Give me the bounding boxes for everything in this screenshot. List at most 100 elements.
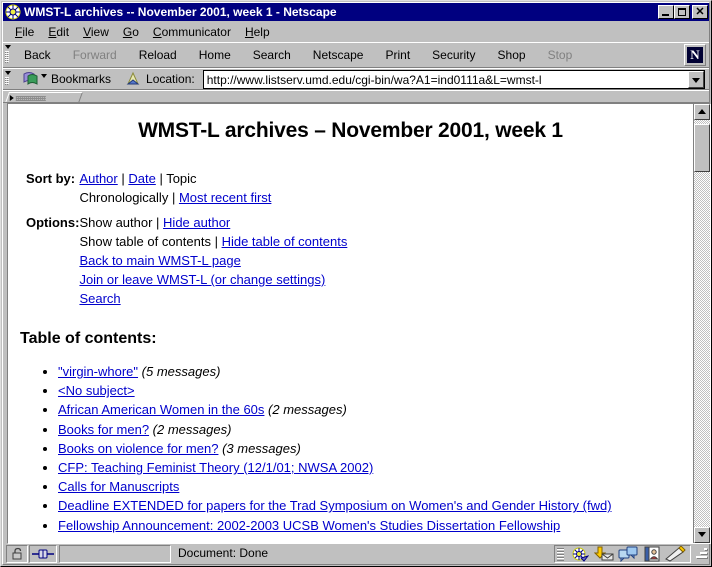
toc-list-item: Books for men? (2 messages) <box>58 420 683 439</box>
menu-go[interactable]: Go <box>116 23 146 41</box>
separator: | <box>152 215 164 230</box>
forward-button: Forward <box>72 48 117 62</box>
options-line-3: Back to main WMST-L page <box>79 251 347 270</box>
toc-subject-link[interactable]: Books on violence for men? <box>58 441 218 456</box>
toc-message-count: (2 messages) <box>152 421 232 437</box>
scrollbar-thumb[interactable] <box>694 124 710 172</box>
sort-by-author-link[interactable]: Author <box>79 171 117 186</box>
toc-list-item: Deadline EXTENDED for papers for the Tra… <box>58 496 683 515</box>
sort-by-label: Sort by: <box>26 171 76 186</box>
url-history-dropdown-button[interactable] <box>688 70 704 88</box>
separator: | <box>168 190 179 205</box>
options-line-1: Show author | Hide author <box>79 213 347 232</box>
print-button[interactable]: Print <box>374 43 421 67</box>
security-button[interactable]: Security <box>421 43 486 67</box>
netscape-logo-button[interactable]: N <box>684 44 706 66</box>
hide-toc-link[interactable]: Hide table of contents <box>222 234 348 249</box>
toc-subject-link[interactable]: Calls for Manuscripts <box>58 479 179 494</box>
scrollbar-track[interactable] <box>694 120 710 527</box>
bookmarks-button[interactable]: Bookmarks <box>19 71 114 87</box>
scroll-up-button[interactable] <box>694 104 710 120</box>
home-button[interactable]: Home <box>188 43 242 67</box>
toc-message-count: (2 messages) <box>268 402 347 418</box>
close-button[interactable]: ✕ <box>692 5 708 19</box>
toc-subject-link[interactable]: <No subject> <box>58 383 135 398</box>
location-label-group[interactable]: Location: <box>122 71 198 87</box>
personal-toolbar-tab-inner <box>9 94 46 101</box>
navigation-toolbar-grabber[interactable] <box>3 43 13 67</box>
search-button[interactable]: Search <box>242 43 302 67</box>
newsgroups-icon[interactable] <box>617 546 639 563</box>
close-icon: ✕ <box>695 6 705 18</box>
content-area: WMST-L archives – November 2001, week 1 … <box>3 103 711 544</box>
toc-subject-link[interactable]: CFP: Teaching Feminist Theory (12/1/01; … <box>58 460 373 475</box>
options-label: Options: <box>26 215 80 230</box>
back-to-main-page-link[interactable]: Back to main WMST-L page <box>79 253 240 268</box>
minimize-button[interactable] <box>658 5 674 19</box>
separator: | <box>117 171 129 186</box>
sort-chronologically-current: Chronologically <box>79 190 169 205</box>
sort-by-row: Sort by: Author | Date | Topic Chronolog… <box>26 169 347 207</box>
scroll-up-icon <box>698 109 706 114</box>
url-bar[interactable]: http://www.listserv.umd.edu/cgi-bin/wa?A… <box>202 69 705 89</box>
scroll-down-icon <box>698 532 706 537</box>
toc-subject-link[interactable]: African American Women in the 60s <box>58 402 264 417</box>
navigator-icon[interactable] <box>569 546 591 563</box>
shop-button[interactable]: Shop <box>487 43 537 67</box>
search-link[interactable]: Search <box>79 291 120 306</box>
bookmark-flag-icon <box>22 71 40 87</box>
browser-window: WMST-L archives -- November 2001, week 1… <box>0 0 712 567</box>
separator: | <box>210 234 222 249</box>
composer-icon[interactable] <box>665 546 687 563</box>
url-input[interactable]: http://www.listserv.umd.edu/cgi-bin/wa?A… <box>203 70 688 88</box>
toc-list-item: CFP: Teaching Feminist Theory (12/1/01; … <box>58 458 683 477</box>
chevron-right-icon <box>9 94 14 101</box>
title-bar[interactable]: WMST-L archives -- November 2001, week 1… <box>3 3 709 21</box>
sort-by-date-link[interactable]: Date <box>128 171 155 186</box>
location-toolbar-grabber[interactable] <box>3 69 13 89</box>
component-bar <box>554 545 691 563</box>
page-viewport: WMST-L archives – November 2001, week 1 … <box>7 103 711 544</box>
options-row: Options: Show author | Hide author Show … <box>26 213 347 308</box>
page-vertical-scrollbar[interactable] <box>693 104 710 543</box>
separator: | <box>155 171 167 186</box>
menu-file[interactable]: File <box>8 23 41 41</box>
sort-most-recent-first-link[interactable]: Most recent first <box>179 190 271 205</box>
address-book-icon[interactable] <box>641 546 663 563</box>
menu-help[interactable]: Help <box>238 23 277 41</box>
status-message: Document: Done <box>178 546 269 560</box>
navigation-toolbar: Back Forward Reload Home Search Netscape… <box>3 42 709 68</box>
menu-communicator[interactable]: Communicator <box>146 23 238 41</box>
toc-subject-link[interactable]: Deadline EXTENDED for papers for the Tra… <box>58 498 612 513</box>
window-title: WMST-L archives -- November 2001, week 1… <box>24 5 337 19</box>
hide-author-link[interactable]: Hide author <box>163 215 230 230</box>
scroll-down-button[interactable] <box>694 527 710 543</box>
stop-button: Stop <box>547 48 573 62</box>
menu-view[interactable]: View <box>76 23 116 41</box>
join-or-leave-link[interactable]: Join or leave WMST-L (or change settings… <box>79 272 325 287</box>
component-bar-grabber[interactable] <box>557 547 564 561</box>
toc-subject-link[interactable]: Books for men? <box>58 422 149 437</box>
sort-by-line-1: Author | Date | Topic <box>79 169 347 188</box>
netscape-compass-icon <box>5 4 21 20</box>
maximize-button[interactable] <box>674 5 690 19</box>
window-resize-grip[interactable] <box>694 546 708 562</box>
reload-button[interactable]: Reload <box>128 43 188 67</box>
netscape-n-icon: N <box>687 47 703 63</box>
location-toolbar: Bookmarks Location: http://www.listserv.… <box>3 68 709 90</box>
personal-toolbar-collapsed[interactable] <box>3 90 709 103</box>
back-button[interactable]: Back <box>13 43 62 67</box>
toc-subject-link[interactable]: "virgin-whore" <box>58 364 138 379</box>
toc-subject-link[interactable]: Fellowship Announcement: 2002-2003 UCSB … <box>58 518 560 533</box>
netscape-button[interactable]: Netscape <box>302 43 375 67</box>
personal-toolbar-tab[interactable] <box>4 91 84 102</box>
page-inner: WMST-L archives – November 2001, week 1 … <box>8 104 693 535</box>
toc-heading: Table of contents: <box>20 330 157 347</box>
inbox-icon[interactable] <box>593 546 615 563</box>
toc-message-count: (5 messages) <box>141 364 221 379</box>
menu-edit[interactable]: Edit <box>41 23 76 41</box>
online-status-button[interactable] <box>29 545 57 563</box>
security-status-button[interactable] <box>6 545 28 563</box>
options-line-2: Show table of contents | Hide table of c… <box>79 232 347 251</box>
page-title: WMST-L archives – November 2001, week 1 <box>138 119 563 142</box>
